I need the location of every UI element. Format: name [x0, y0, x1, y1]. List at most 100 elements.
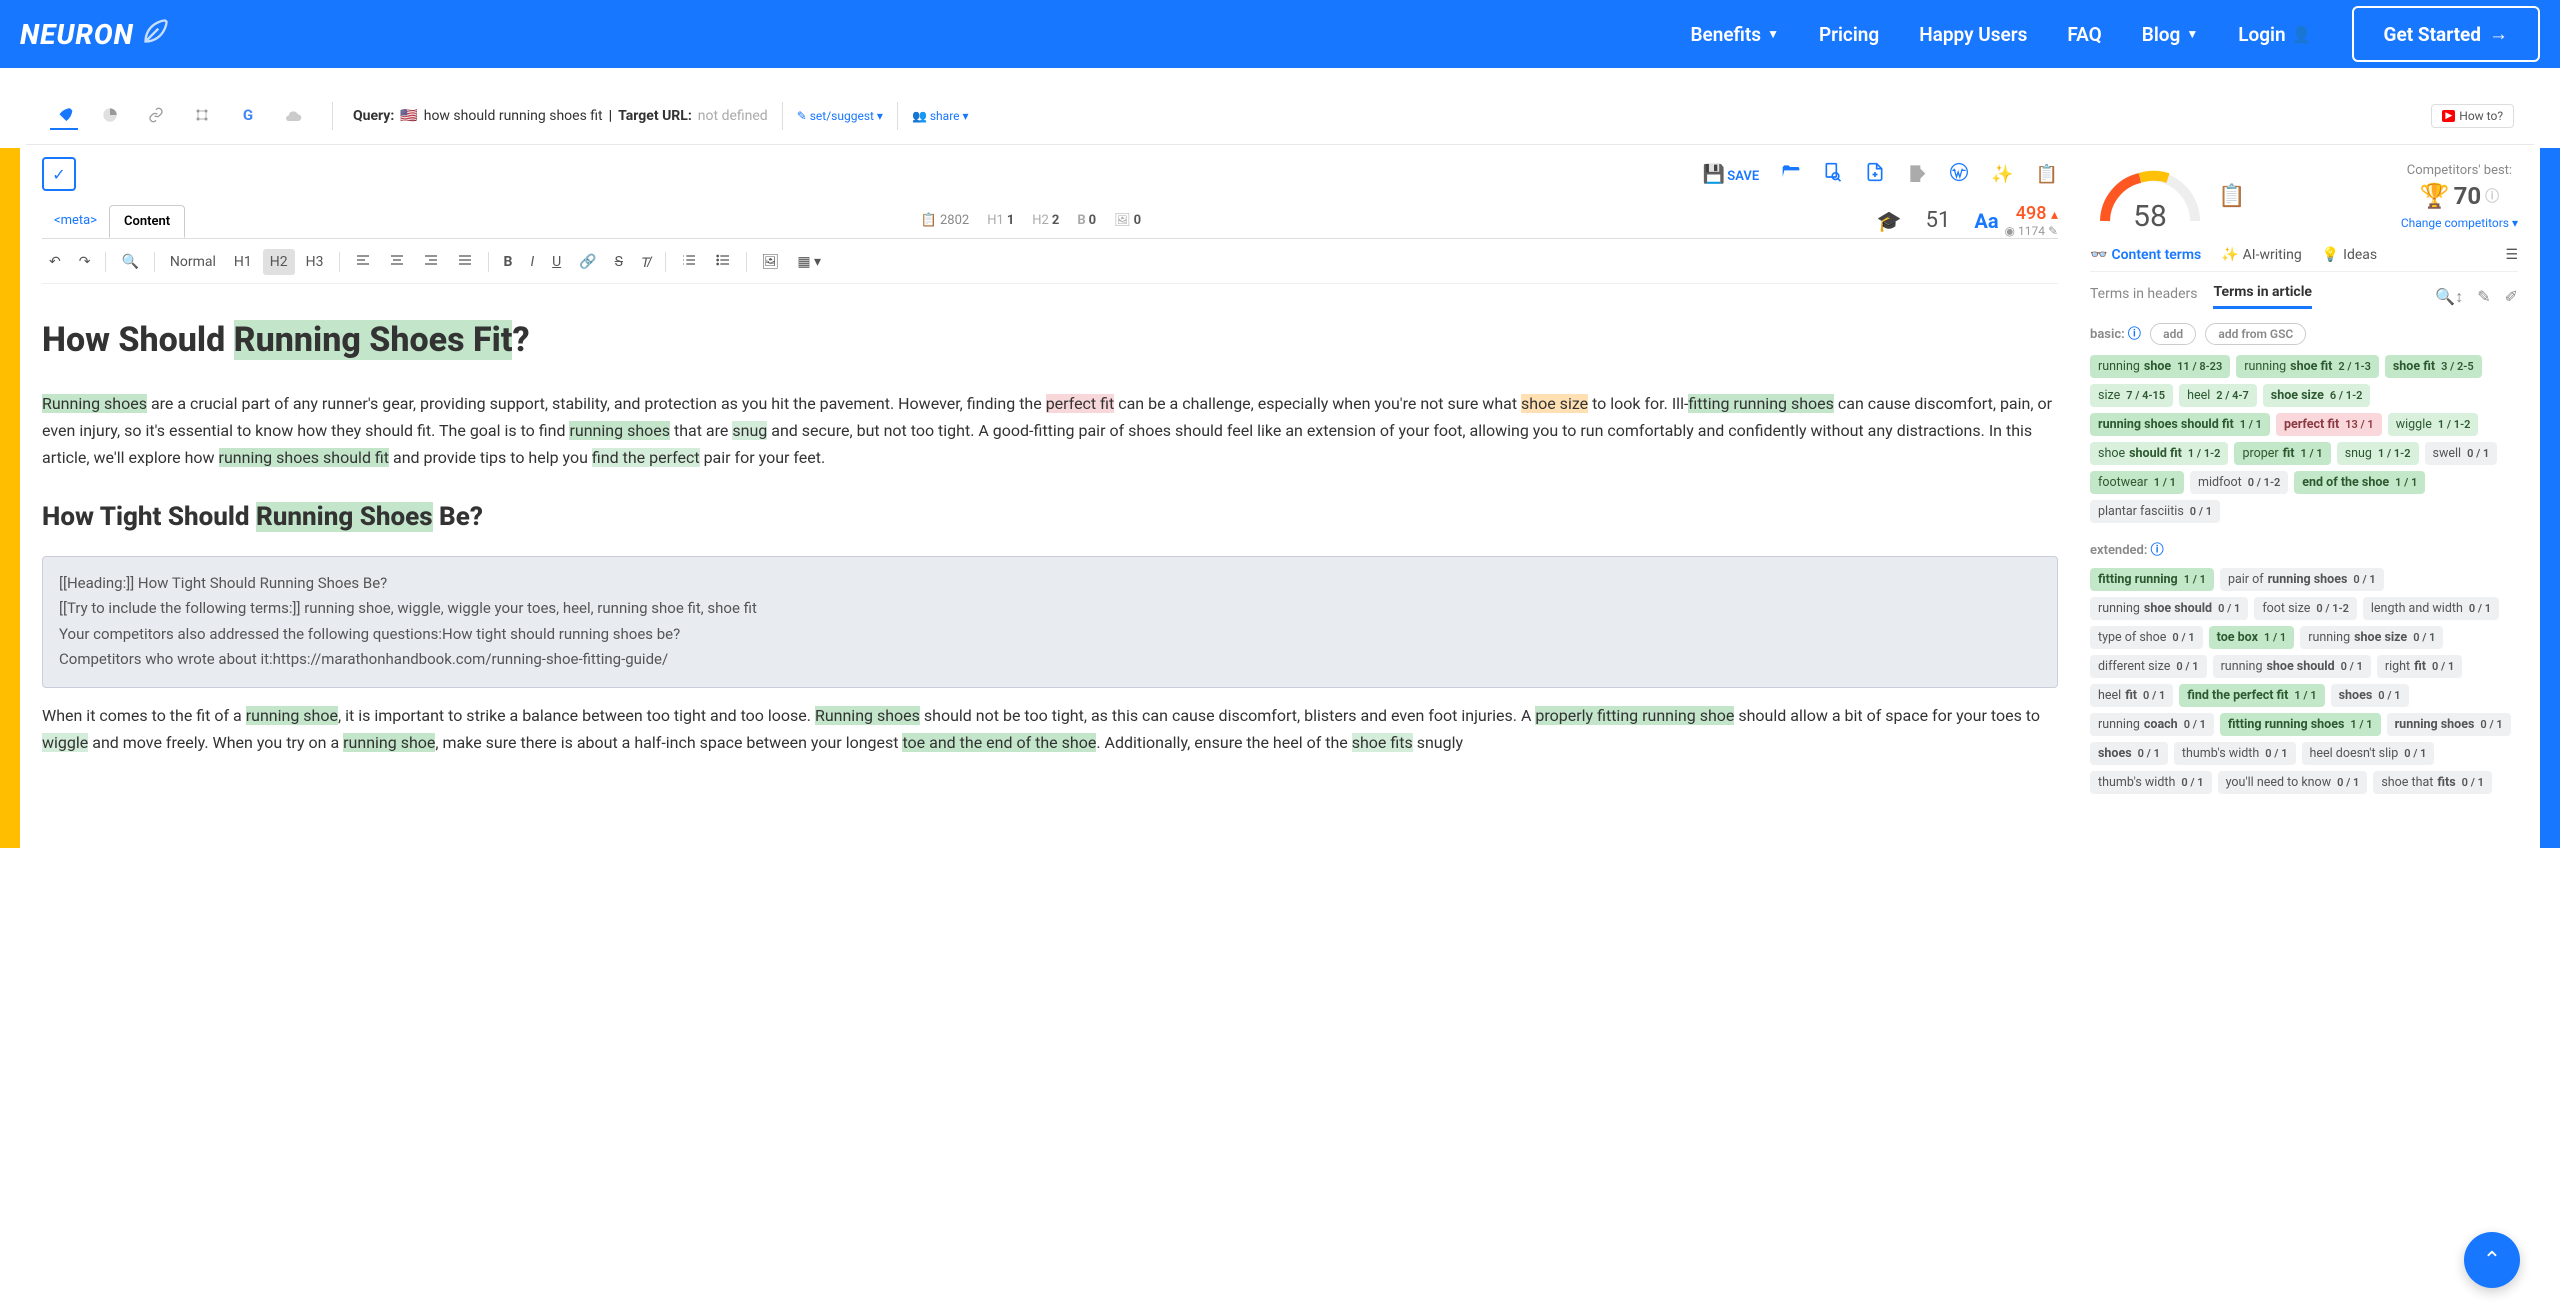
align-left-button[interactable] [348, 247, 378, 277]
info-icon[interactable]: ⓘ [2151, 543, 2164, 558]
term-pill[interactable]: length and width0 / 1 [2363, 597, 2499, 620]
term-pill[interactable]: proper fit1 / 1 [2234, 442, 2330, 465]
nav-login[interactable]: Login👤 [2238, 23, 2311, 46]
term-pill[interactable]: shoe that fits0 / 1 [2373, 771, 2492, 794]
term-pill[interactable]: find the perfect fit1 / 1 [2179, 684, 2324, 707]
info-icon[interactable]: ⓘ [2128, 327, 2141, 342]
folder-open-icon[interactable] [1781, 162, 1801, 187]
clipboard-icon[interactable]: 📋 [2218, 184, 2245, 209]
term-pill[interactable]: toe box1 / 1 [2209, 626, 2295, 649]
term-pill[interactable]: you'll need to know0 / 1 [2218, 771, 2368, 794]
h2-button[interactable]: H2 [263, 249, 295, 275]
get-started-button[interactable]: Get Started→ [2352, 6, 2540, 62]
term-pill[interactable]: thumb's width0 / 1 [2174, 742, 2296, 765]
nav-benefits[interactable]: Benefits▼ [1690, 23, 1779, 46]
meta-tab[interactable]: <meta> [42, 205, 109, 236]
export-icon[interactable] [1865, 162, 1885, 187]
term-pill[interactable]: running shoe size0 / 1 [2300, 626, 2443, 649]
nav-pricing[interactable]: Pricing [1819, 23, 1879, 46]
side-tab-ai-writing[interactable]: ✨AI-writing [2221, 247, 2302, 263]
term-pill[interactable]: shoes0 / 1 [2331, 684, 2409, 707]
doc-search-icon[interactable] [1823, 162, 1843, 187]
term-pill[interactable]: foot size0 / 1-2 [2254, 597, 2357, 620]
content-tab[interactable]: Content [109, 205, 185, 238]
term-pill[interactable]: running shoes should fit1 / 1 [2090, 413, 2270, 436]
howto-button[interactable]: ▶How to? [2431, 104, 2514, 128]
term-pill[interactable]: fitting running1 / 1 [2090, 568, 2214, 591]
term-pill[interactable]: running shoe fit2 / 1-3 [2236, 355, 2379, 378]
term-pill[interactable]: heel doesn't slip0 / 1 [2302, 742, 2435, 765]
align-justify-button[interactable] [450, 247, 480, 277]
term-pill[interactable]: heel2 / 4-7 [2179, 384, 2257, 407]
logo[interactable]: NEURON [20, 17, 170, 51]
unordered-list-button[interactable] [708, 247, 738, 277]
clipboard-icon[interactable]: 📋 [2036, 164, 2058, 185]
bold-button[interactable]: B [497, 249, 520, 275]
term-pill[interactable]: midfoot0 / 1-2 [2190, 471, 2288, 494]
undo-button[interactable]: ↶ [42, 249, 68, 275]
term-pill[interactable]: shoe fit3 / 2-5 [2385, 355, 2482, 378]
term-pill[interactable]: shoe should fit1 / 1-2 [2090, 442, 2228, 465]
term-pill[interactable]: perfect fit13 / 1 [2276, 413, 2382, 436]
term-pill[interactable]: pair of running shoes0 / 1 [2220, 568, 2384, 591]
share-button[interactable]: 👥 share ▾ [912, 109, 969, 123]
side-tab-ideas[interactable]: 💡Ideas [2322, 247, 2377, 263]
h1-button[interactable]: H1 [227, 249, 259, 275]
set-suggest-button[interactable]: ✎ set/suggest ▾ [797, 109, 883, 123]
add-term-button[interactable]: add [2150, 323, 2196, 345]
sub-tab-headers[interactable]: Terms in headers [2090, 286, 2197, 308]
term-pill[interactable]: size7 / 4-15 [2090, 384, 2173, 407]
term-pill[interactable]: running shoe should0 / 1 [2213, 655, 2371, 678]
article-body[interactable]: How Should Running Shoes Fit? Running sh… [42, 284, 2058, 784]
tab-google-icon[interactable]: G [234, 102, 262, 130]
tab-editor-icon[interactable] [50, 102, 78, 130]
table-button[interactable]: ▦ ▾ [790, 249, 828, 275]
strike-button[interactable]: S [608, 249, 630, 275]
term-pill[interactable]: heel fit0 / 1 [2090, 684, 2173, 707]
tab-link-icon[interactable] [142, 102, 170, 130]
align-right-button[interactable] [416, 247, 446, 277]
scroll-top-button[interactable]: ⌃ [2464, 1232, 2520, 1288]
underline-button[interactable]: U [545, 249, 568, 275]
image-button[interactable]: 🖼 [755, 249, 787, 275]
term-pill[interactable]: wiggle1 / 1-2 [2388, 413, 2479, 436]
filter-icon[interactable]: 🔍↕ [2435, 287, 2463, 307]
term-pill[interactable]: right fit0 / 1 [2377, 655, 2462, 678]
term-pill[interactable]: snug1 / 1-2 [2337, 442, 2419, 465]
nav-happy-users[interactable]: Happy Users [1919, 23, 2027, 46]
side-tab-settings-icon[interactable]: ☰ [2505, 247, 2518, 263]
add-gsc-button[interactable]: add from GSC [2205, 323, 2306, 345]
link-button[interactable]: 🔗 [572, 249, 603, 275]
term-pill[interactable]: thumb's width0 / 1 [2090, 771, 2212, 794]
nav-blog[interactable]: Blog▼ [2142, 23, 2198, 46]
edit-icon[interactable]: ✎ [2477, 287, 2490, 307]
term-pill[interactable]: different size0 / 1 [2090, 655, 2207, 678]
side-tab-content-terms[interactable]: 👓Content terms [2090, 247, 2201, 263]
redo-button[interactable]: ↷ [72, 249, 98, 275]
search-button[interactable]: 🔍 [114, 249, 145, 275]
magic-wand-icon[interactable]: ✨ [1991, 164, 2013, 185]
save-icon[interactable]: 💾SAVE [1703, 164, 1759, 185]
tab-analytics-icon[interactable] [96, 102, 124, 130]
term-pill[interactable]: swell0 / 1 [2425, 442, 2498, 465]
term-pill[interactable]: running coach0 / 1 [2090, 713, 2214, 736]
import-icon[interactable] [1907, 162, 1927, 187]
term-pill[interactable]: running shoes0 / 1 [2387, 713, 2511, 736]
italic-button[interactable]: I [523, 249, 541, 275]
confirm-button[interactable]: ✓ [42, 157, 76, 191]
term-pill[interactable]: shoes0 / 1 [2090, 742, 2168, 765]
normal-button[interactable]: Normal [163, 249, 223, 275]
tab-structure-icon[interactable] [188, 102, 216, 130]
term-pill[interactable]: type of shoe0 / 1 [2090, 626, 2203, 649]
nav-faq[interactable]: FAQ [2067, 23, 2101, 46]
info-icon[interactable]: ⓘ [2485, 186, 2499, 206]
ordered-list-button[interactable] [674, 247, 704, 277]
term-pill[interactable]: fitting running shoes1 / 1 [2220, 713, 2381, 736]
term-pill[interactable]: running shoe should0 / 1 [2090, 597, 2248, 620]
sub-tab-article[interactable]: Terms in article [2213, 284, 2312, 309]
highlighter-icon[interactable]: ✐ [2505, 287, 2518, 307]
term-pill[interactable]: plantar fasciitis0 / 1 [2090, 500, 2220, 523]
clear-format-button[interactable]: T̸ [634, 249, 657, 276]
wordpress-icon[interactable] [1949, 162, 1969, 187]
term-pill[interactable]: end of the shoe1 / 1 [2294, 471, 2425, 494]
